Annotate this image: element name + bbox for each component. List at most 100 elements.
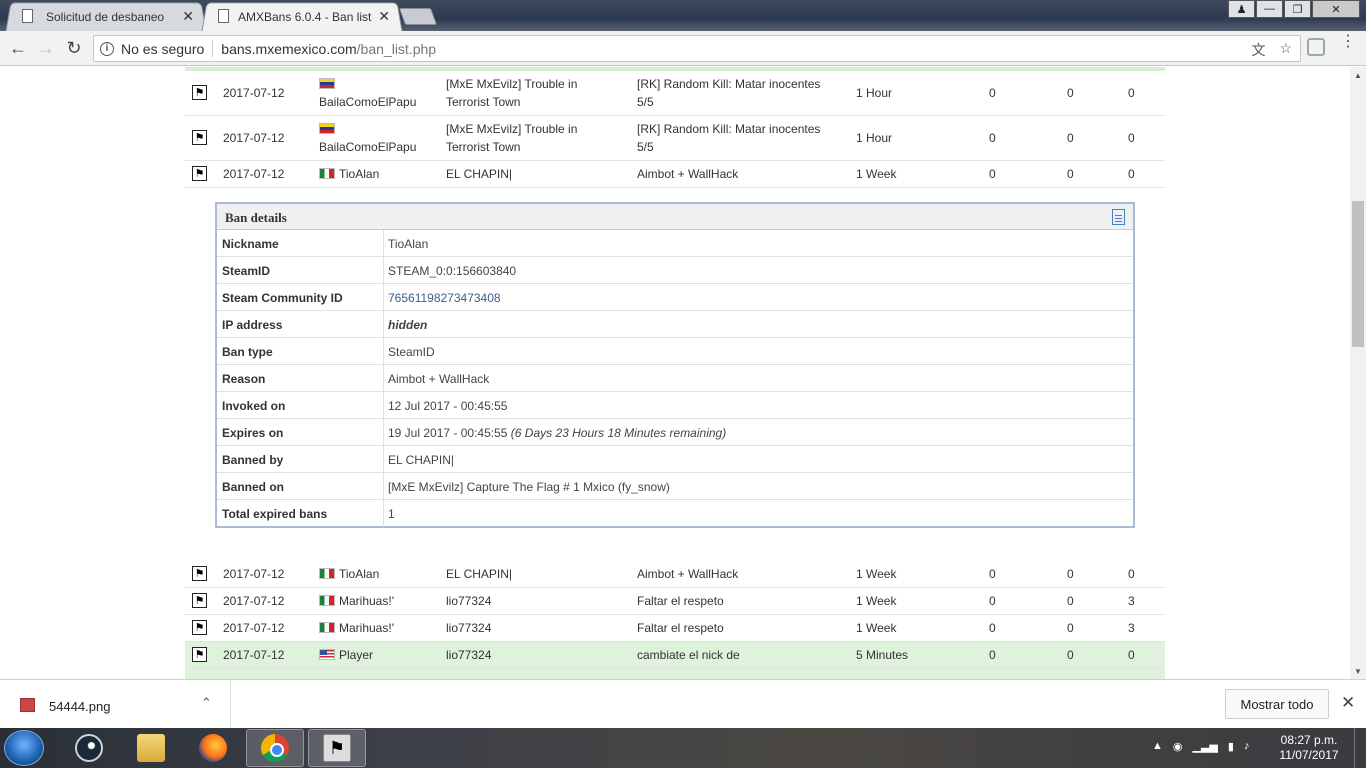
detail-row-invoked: Invoked on 12 Jul 2017 - 00:45:55 (217, 392, 1133, 419)
address-bar[interactable]: i No es seguro bans.mxemexico.com/ban_li… (93, 35, 1301, 62)
translate-icon[interactable]: 文 (1251, 40, 1265, 60)
bookmark-star-icon[interactable]: ☆ (1279, 40, 1292, 60)
folder-icon (137, 734, 165, 762)
network-icon[interactable]: ▁▃▅ (1193, 740, 1218, 753)
tab-solicitud[interactable]: Solicitud de desbaneo ✕ (5, 2, 207, 32)
tab-ban-list[interactable]: AMXBans 6.0.4 - Ban list ✕ (201, 2, 403, 32)
ban-date: 2017-07-12 (223, 621, 285, 635)
length-cell: 5 Minutes (856, 648, 909, 662)
taskbar-clock[interactable]: 08:27 p.m. 11/07/2017 (1274, 733, 1344, 763)
length-cell: 1 Week (856, 594, 897, 608)
table-row[interactable]: ⚑ 2017-07-12 TioAlan EL CHAPIN| Aimbot +… (185, 161, 1165, 188)
count-cell: 0 (989, 86, 996, 100)
detail-value: EL CHAPIN| (388, 453, 455, 467)
detail-row-ip: IP address hidden (217, 311, 1133, 338)
tab-title: AMXBans 6.0.4 - Ban list (238, 9, 372, 24)
scroll-thumb[interactable] (1352, 201, 1364, 347)
game-cs-icon: ⚑ (192, 647, 207, 662)
taskbar-chrome[interactable] (246, 729, 304, 767)
length-cell: 1 Hour (856, 86, 893, 100)
count-cell: 0 (1067, 621, 1074, 635)
taskbar-firefox[interactable] (184, 729, 242, 767)
clock-time: 08:27 p.m. (1280, 733, 1338, 747)
count-cell: 0 (989, 648, 996, 662)
ban-date: 2017-07-12 (223, 648, 285, 662)
admin-cell: [MxE MxEvilz] Trouble in Terrorist Town (446, 122, 578, 154)
count-cell: 0 (1128, 167, 1135, 181)
admin-cell: EL CHAPIN| (446, 567, 513, 581)
count-cell: 0 (1128, 648, 1135, 662)
close-icon[interactable]: ✕ (1341, 693, 1355, 713)
url-host: bans.mxemexico.com (221, 40, 357, 57)
table-row[interactable]: ⚑ 2017-07-12 Player lio77324 cambiate el… (185, 642, 1165, 669)
game-cs-icon: ⚑ (192, 620, 207, 635)
table-row[interactable]: ⚑ 2017-07-12 BailaComoElPapu [MxE MxEvil… (185, 71, 1165, 116)
player-cell: BailaComoElPapu (319, 75, 416, 111)
count-cell: 0 (1067, 567, 1074, 581)
minimize-button[interactable]: — (1256, 0, 1283, 18)
ban-date: 2017-07-12 (223, 167, 285, 181)
count-cell: 0 (1067, 131, 1074, 145)
scroll-down-icon[interactable]: ▼ (1354, 667, 1362, 676)
detail-row-banned-by: Banned by EL CHAPIN| (217, 446, 1133, 473)
count-cell: 0 (1128, 131, 1135, 145)
clock-date: 11/07/2017 (1279, 748, 1339, 762)
admin-cell: [MxE MxEvilz] Trouble in Terrorist Town (446, 77, 578, 109)
count-cell: 3 (1128, 621, 1135, 635)
detail-row-ban-type: Ban type SteamID (217, 338, 1133, 365)
table-row[interactable]: ⚑ 2017-07-12 Marihuas!' lio77324 Faltar … (185, 588, 1165, 615)
detail-value: TioAlan (388, 237, 429, 251)
reason-cell: Faltar el respeto (637, 594, 724, 608)
ban-details-panel: Ban details Nickname TioAlan SteamID STEAM… (215, 202, 1135, 528)
back-icon[interactable]: ← (6, 37, 30, 59)
show-desktop-button[interactable] (1354, 728, 1366, 768)
info-icon[interactable]: i (100, 41, 114, 56)
reload-icon[interactable]: ↻ (62, 37, 86, 59)
close-icon[interactable]: ✕ (182, 8, 194, 25)
detail-row-reason: Reason Aimbot + WallHack (217, 365, 1133, 392)
player-cell: BailaComoElPapu (319, 120, 416, 156)
table-row[interactable]: ⚑ 2017-07-12 BailaComoElPapu [MxE MxEvil… (185, 116, 1165, 161)
count-cell: 0 (1067, 167, 1074, 181)
user-icon[interactable]: ♟ (1228, 0, 1255, 18)
player-cell: Marihuas!' (319, 592, 394, 610)
game-cs-icon: ⚑ (192, 85, 207, 100)
menu-icon[interactable]: ⋮ (1340, 34, 1356, 50)
close-window-button[interactable]: ✕ (1312, 0, 1360, 18)
ban-details-header: Ban details (217, 204, 1133, 230)
download-item[interactable]: 54444.png ⌃ (0, 680, 231, 729)
maximize-button[interactable]: ❐ (1284, 0, 1311, 18)
table-row[interactable]: ⚑ 2017-07-12 TioAlan EL CHAPIN| Aimbot +… (185, 561, 1165, 588)
taskbar-explorer[interactable] (122, 729, 180, 767)
document-icon[interactable] (1112, 209, 1125, 225)
system-tray: ▲ ◉ ▁▃▅ ▮ ♪ (1152, 740, 1249, 753)
new-tab-button[interactable] (398, 8, 438, 25)
volume-icon[interactable]: ♪ (1244, 740, 1250, 753)
table-row[interactable]: ⚑ 2017-07-12 Marihuas!' lio77324 Faltar … (185, 615, 1165, 642)
vertical-scrollbar[interactable]: ▲ ▼ (1350, 67, 1366, 679)
detail-row-total-expired: Total expired bans 1 (217, 500, 1133, 527)
start-button[interactable] (4, 730, 44, 766)
detail-value: [MxE MxEvilz] Capture The Flag # 1 Mxico… (388, 480, 670, 494)
firefox-icon (199, 734, 227, 762)
steam-tray-icon[interactable]: ◉ (1173, 740, 1183, 753)
tray-expand-icon[interactable]: ▲ (1152, 740, 1163, 753)
taskbar-cs[interactable]: ⚑ (308, 729, 366, 767)
reason-cell: Aimbot + WallHack (637, 167, 739, 181)
reason-cell: Aimbot + WallHack (637, 567, 739, 581)
game-cs-icon: ⚑ (192, 566, 207, 581)
scroll-up-icon[interactable]: ▲ (1354, 71, 1362, 80)
ban-date: 2017-07-12 (223, 567, 285, 581)
count-cell: 0 (1128, 86, 1135, 100)
battery-icon[interactable]: ▮ (1228, 740, 1234, 753)
table-row-partial[interactable] (185, 669, 1165, 679)
taskbar-steam[interactable] (60, 729, 118, 767)
close-icon[interactable]: ✕ (378, 8, 390, 25)
forward-icon[interactable]: → (34, 37, 58, 59)
security-label[interactable]: No es seguro (121, 41, 204, 57)
chevron-up-icon[interactable]: ⌃ (201, 695, 212, 711)
detail-value: SteamID (388, 345, 435, 359)
community-id-link[interactable]: 76561198273473408 (388, 291, 501, 305)
extension-icon[interactable] (1307, 38, 1325, 56)
show-all-button[interactable]: Mostrar todo (1225, 689, 1329, 719)
